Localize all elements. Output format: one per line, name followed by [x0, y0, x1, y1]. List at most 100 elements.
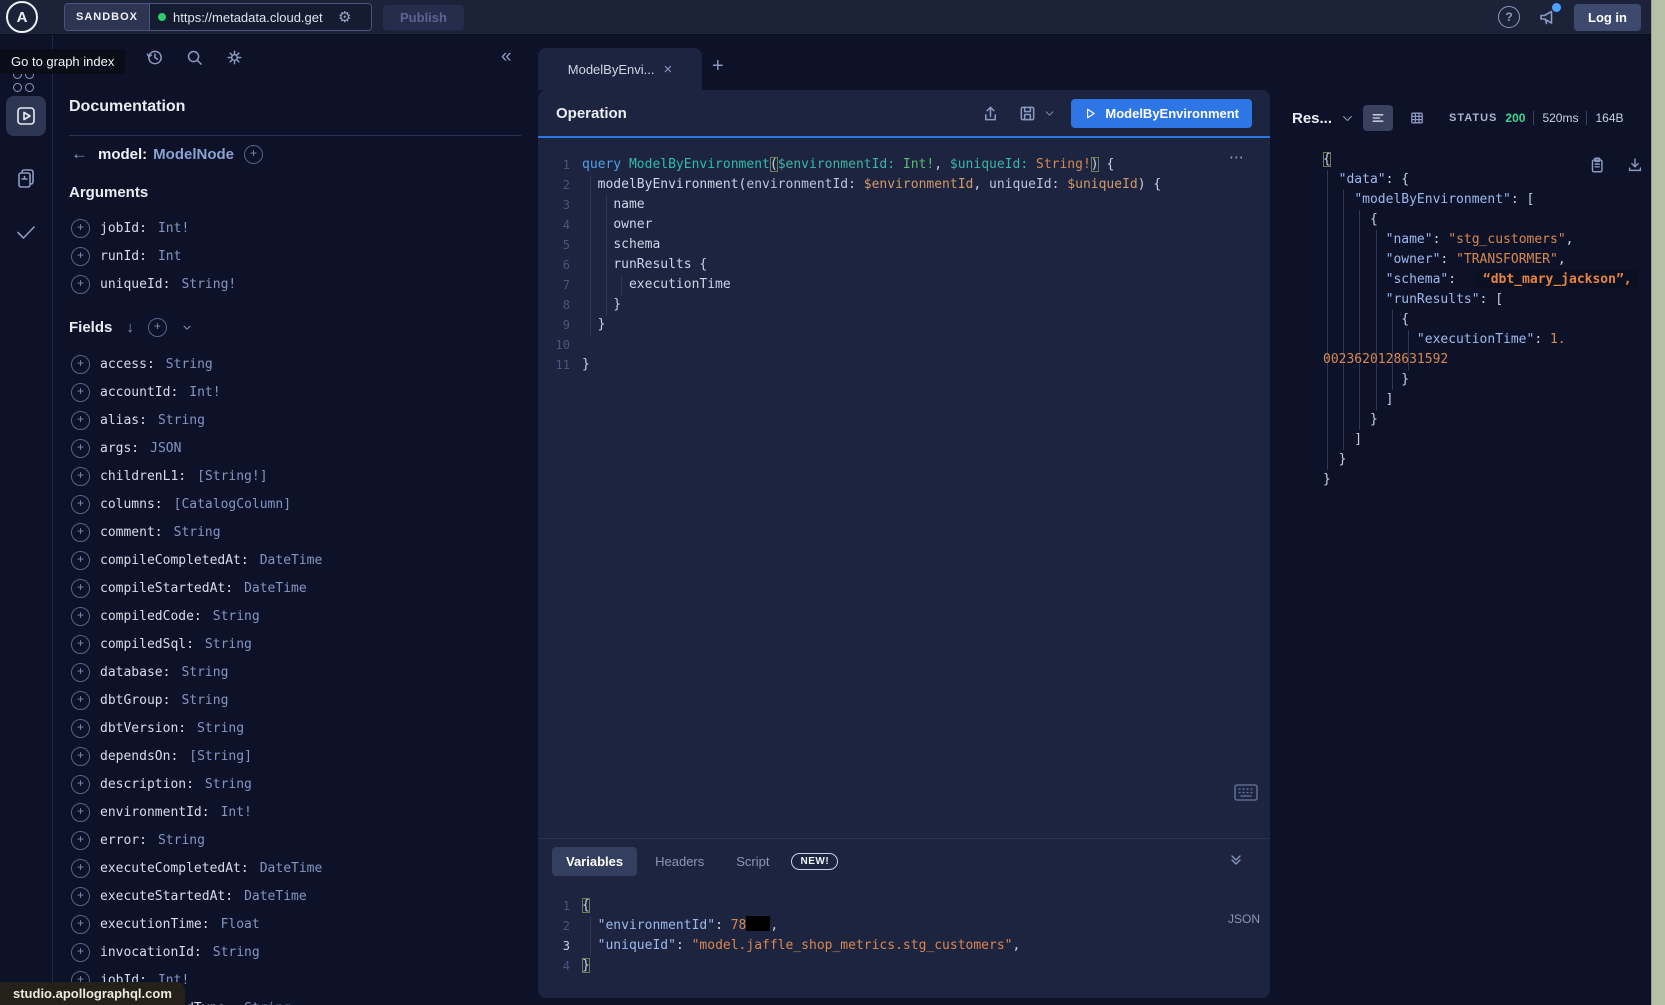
- field-type[interactable]: String: [181, 693, 228, 708]
- field-type[interactable]: String: [213, 945, 260, 960]
- field-type[interactable]: String: [174, 525, 221, 540]
- field-type[interactable]: String: [197, 721, 244, 736]
- sandbox-endpoint-control[interactable]: SANDBOX https://metadata.cloud.get ⚙: [64, 3, 372, 31]
- endpoint-url-text[interactable]: https://metadata.cloud.get: [173, 10, 331, 25]
- rail-item-schema-diff[interactable]: [6, 158, 46, 198]
- field-type[interactable]: String: [158, 413, 205, 428]
- endpoint-url-field[interactable]: https://metadata.cloud.get ⚙: [150, 4, 371, 30]
- add-field-icon[interactable]: +: [71, 803, 90, 822]
- field-row[interactable]: +childrenL1: [String!]: [71, 462, 322, 490]
- docs-type-name[interactable]: ModelNode: [153, 146, 234, 163]
- field-row[interactable]: +invocationId: String: [71, 938, 322, 966]
- field-type[interactable]: String: [181, 665, 228, 680]
- field-row[interactable]: +alias: String: [71, 406, 322, 434]
- tab-variables[interactable]: Variables: [552, 847, 637, 876]
- fields-options-chevron-icon[interactable]: [181, 322, 193, 334]
- field-type[interactable]: DateTime: [244, 889, 307, 904]
- field-row[interactable]: +args: JSON: [71, 434, 322, 462]
- add-field-icon[interactable]: +: [71, 275, 90, 294]
- field-row[interactable]: +jobId: Int!: [71, 214, 236, 242]
- add-field-icon[interactable]: +: [71, 579, 90, 598]
- rail-item-checks[interactable]: [6, 212, 46, 252]
- history-icon[interactable]: [145, 48, 164, 67]
- add-field-icon[interactable]: +: [71, 355, 90, 374]
- field-type[interactable]: DateTime: [244, 581, 307, 596]
- field-row[interactable]: +dbtGroup: String: [71, 686, 322, 714]
- endpoint-settings-gear-icon[interactable]: ⚙: [338, 10, 351, 25]
- run-operation-button[interactable]: ModelByEnvironment: [1071, 99, 1252, 128]
- field-type[interactable]: Int!: [158, 221, 189, 236]
- field-row[interactable]: +columns: [CatalogColumn]: [71, 490, 322, 518]
- field-row[interactable]: +executeCompletedAt: DateTime: [71, 854, 322, 882]
- response-table-view-button[interactable]: [1402, 105, 1432, 131]
- collapse-bottom-panel-icon[interactable]: [1228, 852, 1244, 868]
- operation-more-options-icon[interactable]: ⋯: [1229, 148, 1246, 166]
- add-field-icon[interactable]: +: [71, 719, 90, 738]
- close-tab-icon[interactable]: ×: [663, 61, 672, 78]
- field-row[interactable]: +error: String: [71, 826, 322, 854]
- tab-headers[interactable]: Headers: [641, 847, 718, 876]
- field-type[interactable]: Int: [158, 249, 181, 264]
- field-row[interactable]: +dependsOn: [String]: [71, 742, 322, 770]
- add-field-icon[interactable]: +: [71, 523, 90, 542]
- field-row[interactable]: +comment: String: [71, 518, 322, 546]
- field-row[interactable]: +database: String: [71, 658, 322, 686]
- add-field-icon[interactable]: +: [71, 943, 90, 962]
- add-field-icon[interactable]: +: [71, 467, 90, 486]
- add-field-icon[interactable]: +: [71, 887, 90, 906]
- download-icon[interactable]: [1626, 156, 1644, 174]
- field-type[interactable]: String: [166, 357, 213, 372]
- add-field-icon[interactable]: +: [71, 495, 90, 514]
- response-body[interactable]: { "data": { "modelByEnvironment": [ { "n…: [1292, 148, 1652, 1005]
- new-tab-icon[interactable]: +: [712, 55, 724, 78]
- add-field-icon[interactable]: +: [71, 411, 90, 430]
- field-row[interactable]: +compiledSql: String: [71, 630, 322, 658]
- operation-editor[interactable]: query ModelByEnvironment($environmentId:…: [582, 155, 1262, 375]
- response-title[interactable]: Res...: [1292, 110, 1332, 127]
- field-row[interactable]: +compileCompletedAt: DateTime: [71, 546, 322, 574]
- add-type-icon[interactable]: +: [244, 145, 263, 164]
- field-type[interactable]: String!: [181, 277, 236, 292]
- help-icon[interactable]: ?: [1498, 6, 1520, 28]
- save-options-chevron-icon[interactable]: [1044, 108, 1055, 119]
- add-field-icon[interactable]: +: [71, 775, 90, 794]
- add-field-icon[interactable]: +: [71, 747, 90, 766]
- copy-clipboard-icon[interactable]: [1588, 156, 1606, 174]
- publish-button[interactable]: Publish: [383, 5, 464, 30]
- field-row[interactable]: +compileStartedAt: DateTime: [71, 574, 322, 602]
- field-row[interactable]: +description: String: [71, 770, 322, 798]
- add-field-icon[interactable]: +: [71, 219, 90, 238]
- field-type[interactable]: JSON: [150, 441, 181, 456]
- field-type[interactable]: Int!: [221, 805, 252, 820]
- field-type[interactable]: [String!]: [197, 469, 267, 484]
- back-arrow-icon[interactable]: ←: [71, 144, 88, 164]
- field-type[interactable]: Float: [221, 917, 260, 932]
- field-row[interactable]: +compiledCode: String: [71, 602, 322, 630]
- tab-script[interactable]: Script: [722, 847, 783, 876]
- field-row[interactable]: +dbtVersion: String: [71, 714, 322, 742]
- keyboard-shortcuts-icon[interactable]: [1234, 784, 1258, 801]
- add-field-icon[interactable]: +: [71, 663, 90, 682]
- field-type[interactable]: Int!: [189, 385, 220, 400]
- response-dropdown-chevron-icon[interactable]: [1341, 112, 1354, 125]
- save-icon[interactable]: [1018, 104, 1037, 123]
- add-field-icon[interactable]: +: [71, 859, 90, 878]
- add-field-icon[interactable]: +: [71, 551, 90, 570]
- field-type[interactable]: String: [244, 1001, 291, 1005]
- field-type[interactable]: String: [158, 833, 205, 848]
- field-row[interactable]: +uniqueId: String!: [71, 270, 236, 298]
- login-button[interactable]: Log in: [1574, 4, 1641, 31]
- add-all-fields-icon[interactable]: +: [148, 318, 167, 337]
- share-icon[interactable]: [981, 104, 1000, 123]
- search-icon[interactable]: [185, 48, 204, 67]
- add-field-icon[interactable]: +: [71, 831, 90, 850]
- field-row[interactable]: +executionTime: Float: [71, 910, 322, 938]
- add-field-icon[interactable]: +: [71, 635, 90, 654]
- rail-item-explorer[interactable]: [6, 96, 46, 136]
- field-type[interactable]: DateTime: [260, 553, 323, 568]
- field-type[interactable]: [CatalogColumn]: [174, 497, 291, 512]
- field-row[interactable]: +environmentId: Int!: [71, 798, 322, 826]
- collapse-sidebar-icon[interactable]: «: [501, 46, 512, 68]
- field-row[interactable]: +runId: Int: [71, 242, 236, 270]
- field-type[interactable]: [String]: [189, 749, 252, 764]
